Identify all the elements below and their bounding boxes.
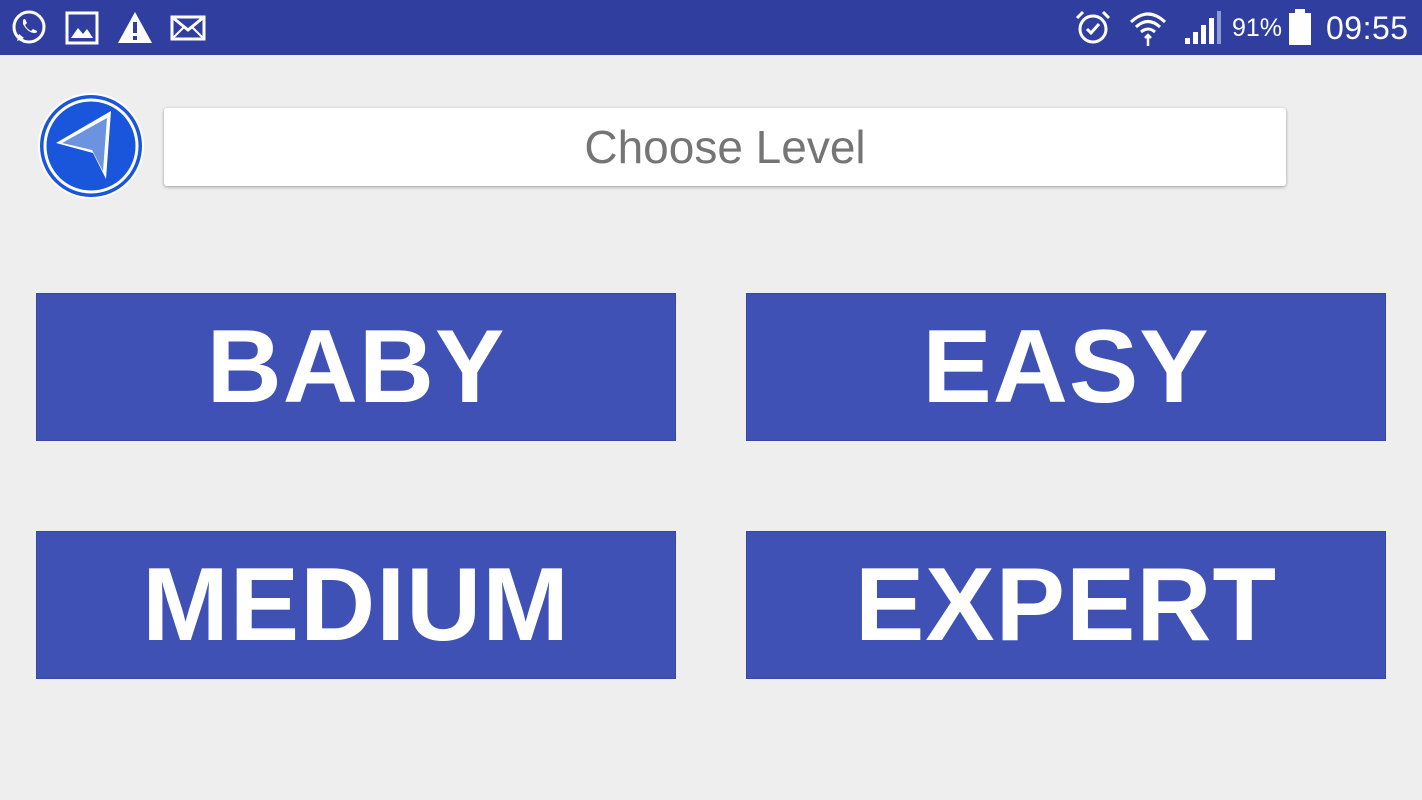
- wifi-icon: [1128, 8, 1168, 48]
- alarm-icon: [1073, 8, 1113, 48]
- status-bar: 91% 09:55: [0, 0, 1422, 55]
- whatsapp-icon: [9, 8, 49, 48]
- back-button[interactable]: [36, 91, 146, 201]
- signal-icon: [1182, 8, 1222, 48]
- medium-level-button[interactable]: MEDIUM: [36, 531, 676, 679]
- page-title: Choose Level: [584, 121, 866, 173]
- back-arrow-icon: [38, 93, 144, 199]
- easy-level-label: EASY: [922, 308, 1210, 425]
- baby-level-button[interactable]: BABY: [36, 293, 676, 441]
- expert-level-label: EXPERT: [854, 546, 1278, 663]
- gallery-icon: [62, 8, 102, 48]
- mail-icon: [168, 8, 208, 48]
- clock: 09:55: [1326, 10, 1409, 46]
- baby-level-label: BABY: [206, 308, 506, 425]
- warning-icon: [115, 8, 155, 48]
- easy-level-button[interactable]: EASY: [746, 293, 1386, 441]
- battery-percent: 91%: [1232, 14, 1283, 42]
- medium-level-label: MEDIUM: [142, 546, 570, 663]
- expert-level-button[interactable]: EXPERT: [746, 531, 1386, 679]
- title-box: Choose Level: [164, 108, 1286, 186]
- battery-icon: [1285, 8, 1315, 48]
